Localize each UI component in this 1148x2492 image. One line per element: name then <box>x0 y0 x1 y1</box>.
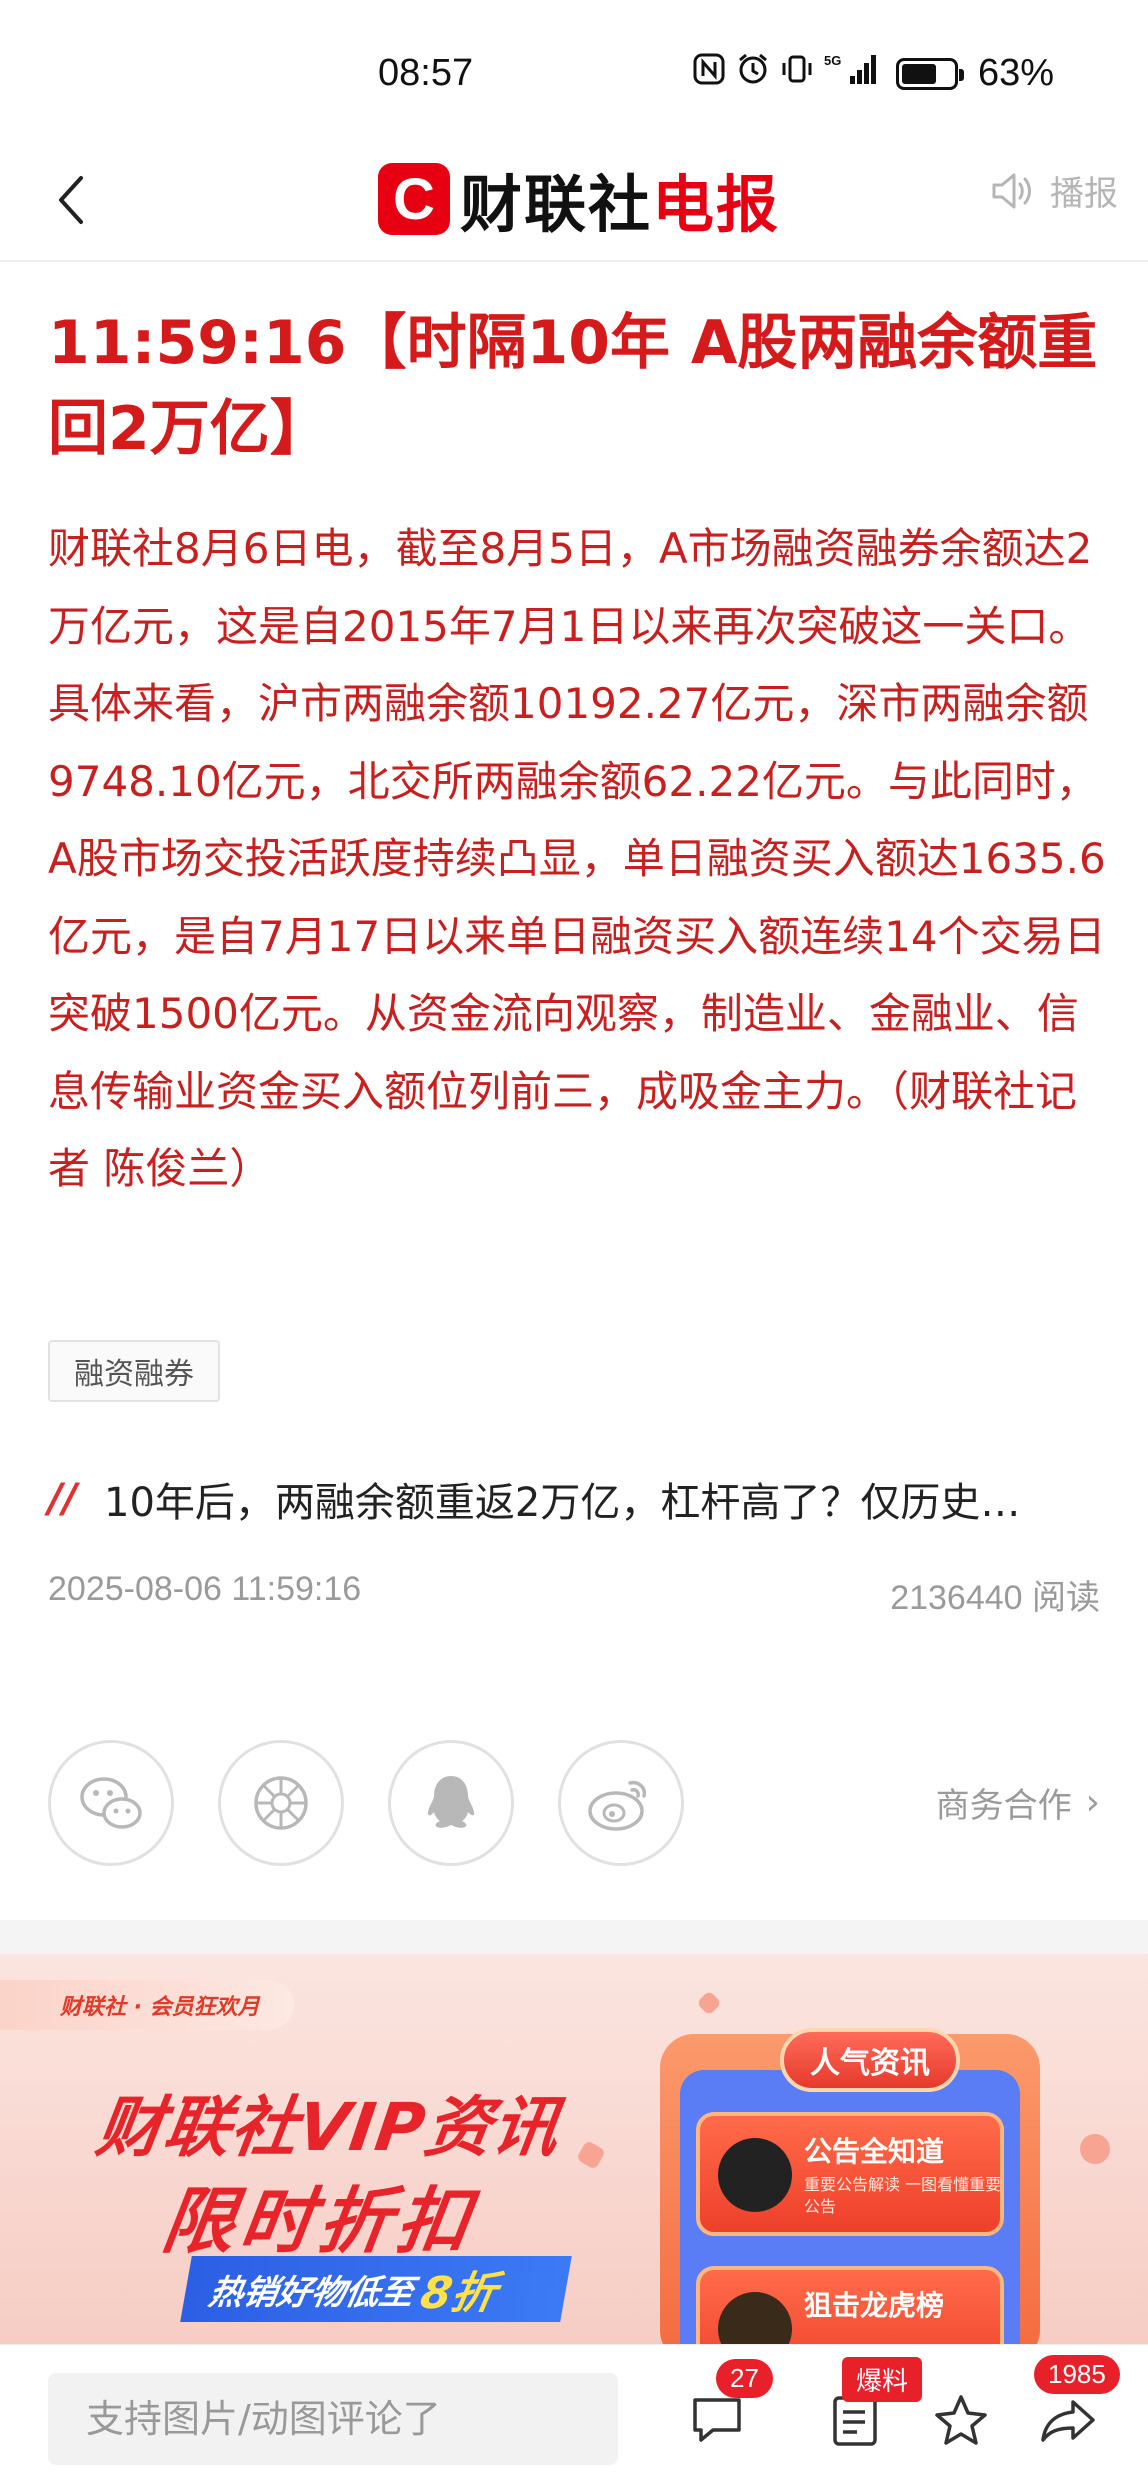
report-badge: 爆料 <box>842 2357 923 2402</box>
business-label: 商务合作 <box>935 1786 1072 1826</box>
share-qq-button[interactable] <box>388 1740 514 1866</box>
moments-icon <box>254 1776 308 1830</box>
vibrate-icon <box>780 52 814 95</box>
logo-text: 财联社电报 <box>460 154 780 244</box>
card-thumbnail-icon <box>718 2292 792 2344</box>
comment-icon <box>693 2398 741 2442</box>
logo-text-brand: 财联社 <box>460 168 653 241</box>
card-subtitle: 重要公告解读 一图看懂重要公告 <box>804 2175 1002 2216</box>
share-arrow-icon <box>1041 2400 1095 2442</box>
banner-headline: 财联社VIP资讯 <box>91 2089 565 2166</box>
bottom-action-bar: 27 爆料 1985 <box>0 2344 1148 2492</box>
card-title: 狙击龙虎榜 <box>804 2289 945 2322</box>
vip-promo-banner[interactable]: 财联社 · 会员狂欢月 财联社VIP资讯 限时折扣 热销好物低至 8折 人气资讯 … <box>0 1954 1148 2344</box>
logo-text-telegraph: 电报 <box>652 168 781 241</box>
banner-discount-strip: 热销好物低至 8折 <box>180 2256 572 2322</box>
comment-input[interactable] <box>48 2373 618 2465</box>
topic-tag[interactable]: 融资融券 <box>48 1340 220 1402</box>
banner-panel-inner: 人气资讯 公告全知道 重要公告解读 一图看懂重要公告 狙击龙虎榜 <box>680 2028 1020 2344</box>
related-mark-icon: // <box>48 1476 78 1522</box>
speaker-icon <box>992 173 1031 208</box>
share-row <box>48 1740 684 1866</box>
related-article-title: 10年后，两融余额重返2万亿，杠杆高了？仅历史… <box>104 1480 1021 1526</box>
banner-panel-title: 人气资讯 <box>780 2028 960 2092</box>
alarm-icon <box>736 52 770 95</box>
banner-strip-highlight: 8折 <box>416 2268 501 2319</box>
share-moments-button[interactable] <box>218 1740 344 1866</box>
broadcast-label: 播报 <box>1050 174 1118 214</box>
read-count: 2136440 阅读 <box>890 1579 1100 1617</box>
banner-tag: 财联社 · 会员狂欢月 <box>0 1980 294 2030</box>
signal-icon: 5G <box>824 52 880 95</box>
star-icon <box>935 2395 987 2445</box>
comments-button[interactable]: 27 <box>682 2359 773 2455</box>
status-bar: 08:57 5G 63% <box>0 0 1148 140</box>
article-body: 财联社8月6日电，截至8月5日，A市场融资融券余额达2万亿元，这是自2015年7… <box>48 524 1106 1193</box>
card-thumbnail-icon <box>718 2138 792 2212</box>
article-meta: 2025-08-06 11:59:16 2136440 阅读 <box>48 1570 1100 1619</box>
banner-card-dragon-tiger: 狙击龙虎榜 <box>696 2266 1004 2344</box>
chevron-left-icon <box>59 176 83 224</box>
favorite-button[interactable] <box>926 2385 996 2455</box>
banner-panel: 人气资讯 公告全知道 重要公告解读 一图看懂重要公告 狙击龙虎榜 <box>660 2028 1040 2344</box>
article-timestamp: 2025-08-06 11:59:16 <box>48 1570 362 1608</box>
banner-card-announcements: 公告全知道 重要公告解读 一图看懂重要公告 <box>696 2112 1004 2236</box>
share-weibo-button[interactable] <box>558 1740 684 1866</box>
report-button[interactable]: 爆料 <box>820 2357 923 2455</box>
weibo-icon <box>588 1780 647 1831</box>
comment-count-badge: 27 <box>716 2359 773 2398</box>
status-icons: 5G 63% <box>692 52 1054 95</box>
share-wechat-button[interactable] <box>48 1740 174 1866</box>
banner-subheadline: 限时折扣 <box>157 2179 482 2263</box>
app-header: C 财联社电报 播报 <box>0 140 1148 262</box>
chevron-right-icon: › <box>1085 1782 1100 1823</box>
card-title: 公告全知道 <box>804 2135 945 2168</box>
qq-icon <box>427 1776 475 1828</box>
broadcast-button[interactable]: 播报 <box>990 166 1118 215</box>
back-button[interactable] <box>40 170 100 230</box>
article-title: 11:59:16【时隔10年 A股两融余额重回2万亿】 <box>48 308 1098 464</box>
cls-logo: C 财联社电报 <box>378 154 780 244</box>
battery-icon <box>896 57 964 90</box>
share-count-badge: 1985 <box>1034 2355 1120 2394</box>
nfc-icon <box>692 52 726 95</box>
logo-mark: C <box>378 163 450 235</box>
battery-percent: 63% <box>978 52 1055 94</box>
business-cooperation-link[interactable]: 商务合作 › <box>936 1778 1100 1827</box>
banner-strip-text: 热销好物低至 <box>205 2272 417 2313</box>
share-button[interactable]: 1985 <box>1034 2355 1120 2455</box>
svg-text:5G: 5G <box>824 53 841 68</box>
section-divider <box>0 1920 1148 1954</box>
status-time: 08:57 <box>378 52 474 94</box>
wechat-icon <box>80 1777 142 1829</box>
related-article-link[interactable]: // 10年后，两融余额重返2万亿，杠杆高了？仅历史… <box>48 1470 1108 1528</box>
